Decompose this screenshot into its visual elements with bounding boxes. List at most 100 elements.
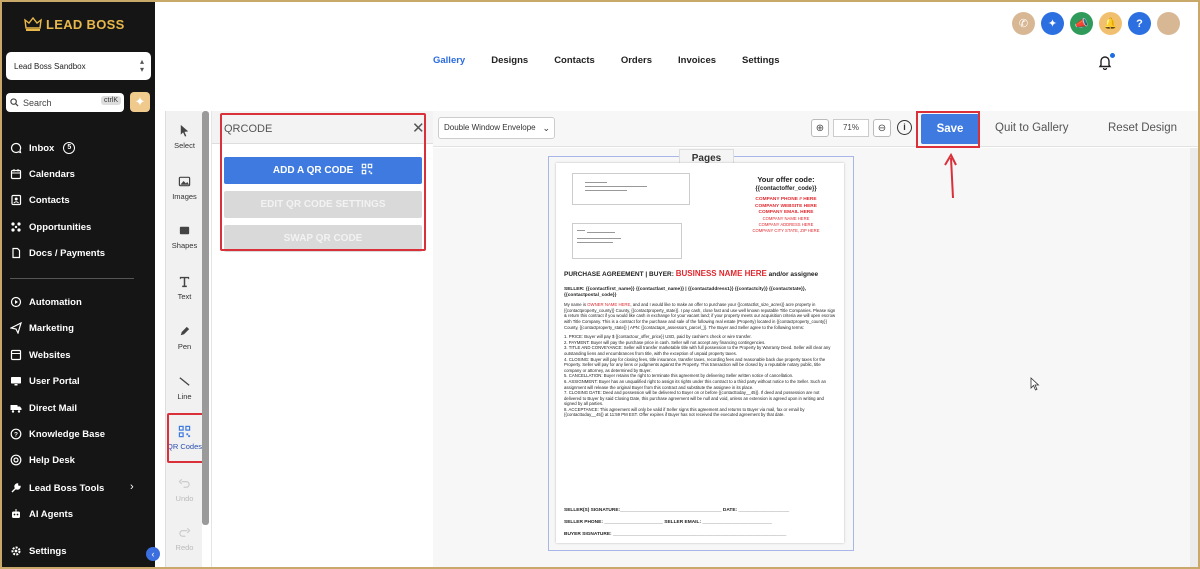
envelope-window-top <box>572 173 690 205</box>
seller-line: SELLER: {{contactfirst_name}} {{contactl… <box>564 287 807 298</box>
monitor-icon <box>10 375 22 387</box>
tool-undo[interactable]: Undo <box>166 477 203 503</box>
quick-action-button[interactable]: ✦ <box>130 92 150 112</box>
qr-tool-highlight <box>167 413 205 463</box>
sidebar-item-opportunities[interactable]: Opportunities <box>10 217 91 237</box>
sidebar-item-label: Settings <box>29 545 67 557</box>
canvas-scrollbar[interactable] <box>1190 148 1198 567</box>
sidebar-item-calendars[interactable]: Calendars <box>10 164 75 184</box>
account-switcher[interactable]: Lead Boss Sandbox ▴ ▾ <box>6 52 151 80</box>
mouse-cursor-icon <box>1030 377 1040 391</box>
zoom-in-icon: ⊕ <box>815 122 825 134</box>
crown-icon <box>24 16 42 31</box>
search-input[interactable]: Search ctrlK <box>6 93 124 112</box>
reset-design-button[interactable]: Reset Design <box>1108 122 1177 134</box>
sidebar-item-label: Knowledge Base <box>29 428 106 440</box>
sidebar-item-settings[interactable]: Settings <box>10 541 66 561</box>
chevron-right-icon[interactable]: › <box>130 481 134 493</box>
tool-palette-scrollbar[interactable] <box>202 111 209 525</box>
zoom-in-button[interactable]: ⊕ <box>811 119 829 137</box>
announcements-button[interactable]: 📣 <box>1070 12 1093 35</box>
sidebar-item-docs-payments[interactable]: Docs / Payments <box>10 243 105 263</box>
tab-invoices[interactable]: Invoices <box>678 55 716 66</box>
ai-assist-button[interactable]: ✦ <box>1041 12 1064 35</box>
brand-logo[interactable]: LEAD BOSS <box>24 16 125 32</box>
avatar[interactable] <box>1157 12 1180 35</box>
tool-pen[interactable]: Pen <box>166 325 203 351</box>
help-button[interactable]: ? <box>1128 12 1151 35</box>
tool-label: Undo <box>175 494 194 503</box>
notifications-button[interactable]: 🔔 <box>1099 12 1122 35</box>
agreement-body: SELLER: {{contactfirst_name}} {{contactl… <box>564 287 836 418</box>
sidebar-item-lead-boss-tools[interactable]: Lead Boss Tools <box>10 478 104 498</box>
owner-name: OWNER NAME HERE <box>587 302 631 308</box>
chevron-left-icon: ‹ <box>151 549 155 559</box>
tool-redo[interactable]: Redo <box>166 526 203 552</box>
svg-text:?: ? <box>14 431 18 438</box>
tab-settings[interactable]: Settings <box>742 55 779 66</box>
tab-orders[interactable]: Orders <box>621 55 652 66</box>
sparkle-icon: ✦ <box>1047 18 1058 30</box>
sidebar-item-help-desk[interactable]: Help Desk <box>10 450 75 470</box>
phone-button[interactable]: ✆ <box>1012 12 1035 35</box>
tool-select[interactable]: Select <box>166 124 203 150</box>
seller-signature-line: SELLER(S) SIGNATURE:____________________… <box>564 508 790 513</box>
sidebar-item-websites[interactable]: Websites <box>10 345 71 365</box>
sidebar-item-label: Calendars <box>29 168 75 180</box>
sidebar-collapse-button[interactable]: ‹ <box>146 547 160 561</box>
quit-to-gallery-button[interactable]: Quit to Gallery <box>995 122 1069 134</box>
sidebar-item-inbox[interactable]: Inbox 5 <box>10 138 76 158</box>
sidebar-item-label: Direct Mail <box>29 402 78 414</box>
annotation-arrow-icon <box>944 152 957 199</box>
sidebar-item-label: Inbox <box>29 142 55 154</box>
zoom-level: 71% <box>833 119 869 137</box>
tool-images[interactable]: Images <box>166 175 203 201</box>
term-item: 3. TITLE AND CONVEYANCE: Seller will tra… <box>564 345 831 356</box>
sidebar-item-user-portal[interactable]: User Portal <box>10 371 80 391</box>
signature-block: SELLER(S) SIGNATURE:____________________… <box>564 505 836 541</box>
sidebar-item-contacts[interactable]: Contacts <box>10 190 70 210</box>
tab-designs[interactable]: Designs <box>491 55 528 66</box>
envelope-type-select[interactable]: Double Window Envelope ⌄ <box>438 117 555 139</box>
sidebar-item-ai-agents[interactable]: AI Agents <box>10 504 73 524</box>
tool-line[interactable]: Line <box>166 375 203 401</box>
company-city-state: COMPANY CITY STATE, ZIP HERE <box>752 228 820 233</box>
sidebar-item-automation[interactable]: Automation <box>10 292 82 312</box>
tab-gallery[interactable]: Gallery <box>433 55 465 66</box>
pen-icon <box>180 326 190 336</box>
tab-contacts[interactable]: Contacts <box>554 55 595 66</box>
sidebar-item-label: Opportunities <box>29 221 92 233</box>
zoom-out-icon: ⊖ <box>877 122 887 134</box>
tool-label: Select <box>174 141 195 150</box>
lifebuoy-icon <box>10 454 22 466</box>
tool-label: Redo <box>175 543 194 552</box>
tool-label: Line <box>177 392 192 401</box>
info-icon[interactable]: i <box>897 120 912 135</box>
sidebar-item-direct-mail[interactable]: Direct Mail <box>10 398 77 418</box>
sidebar-item-label: Websites <box>29 349 71 361</box>
term-item: 8. ACCEPTANCE: This agreement will only … <box>564 406 805 418</box>
phone-icon: ✆ <box>1018 18 1029 30</box>
save-button-highlight <box>916 111 980 148</box>
offer-title: Your offer code: <box>757 175 815 184</box>
image-icon <box>178 176 191 187</box>
tool-label: Pen <box>177 342 192 351</box>
header-actions: ✆ ✦ 📣 🔔 ? <box>1012 12 1180 35</box>
text-icon <box>179 276 190 288</box>
sidebar-item-marketing[interactable]: Marketing <box>10 318 74 338</box>
tool-shapes[interactable]: Shapes <box>166 224 203 250</box>
envelope-type-value: Double Window Envelope <box>444 123 536 132</box>
sparkle-icon: ✦ <box>134 94 146 109</box>
letter-document[interactable]: Your offer code: {{contactoffer_code}} C… <box>556 163 844 543</box>
terms-list: 1. PRICE: Buyer will pay $ {{contactour_… <box>564 334 836 418</box>
search-shortcut: ctrlK <box>101 96 121 105</box>
megaphone-icon: 📣 <box>1074 18 1089 30</box>
sidebar-item-knowledge-base[interactable]: ? Knowledge Base <box>10 424 105 444</box>
zoom-out-button[interactable]: ⊖ <box>873 119 891 137</box>
seller-contact-line: SELLER PHONE: ______________________ SEL… <box>564 520 772 525</box>
truck-icon <box>10 402 22 414</box>
help-circle-icon: ? <box>10 428 22 440</box>
line-icon <box>179 377 190 386</box>
send-icon <box>10 322 22 334</box>
tool-text[interactable]: Text <box>166 275 203 301</box>
